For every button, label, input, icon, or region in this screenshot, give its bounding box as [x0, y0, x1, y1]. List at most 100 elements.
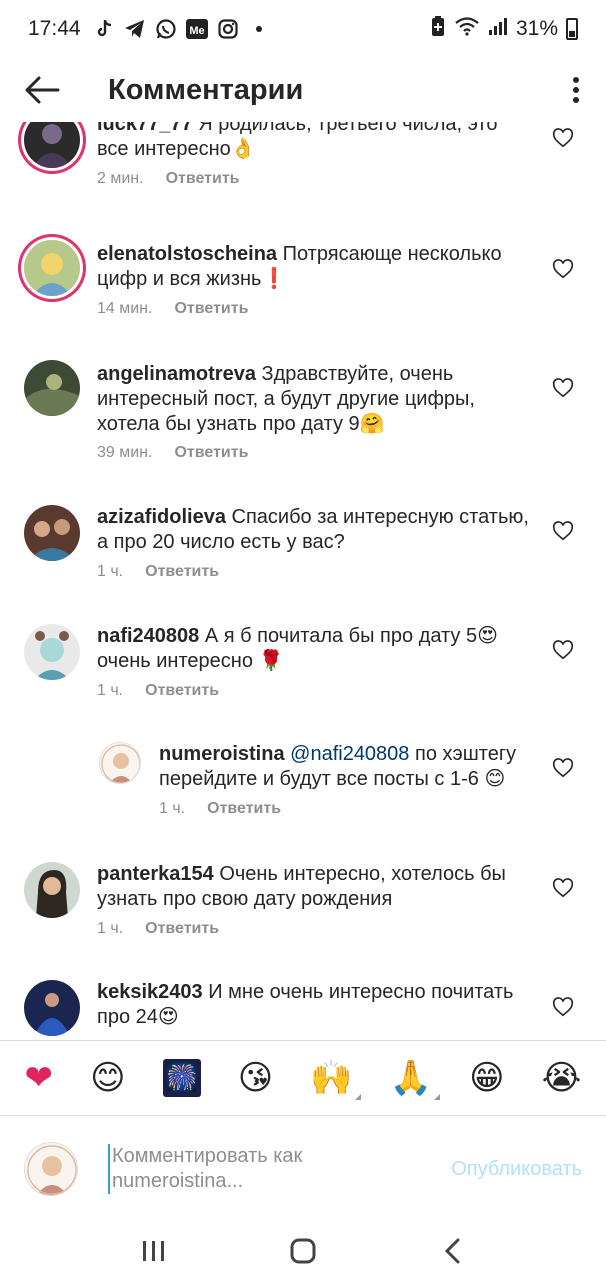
- emoji-kiss-button[interactable]: 😘: [238, 1058, 273, 1098]
- arrow-left-icon: [25, 76, 60, 104]
- comment-text: luck77_77 Я родилась, третьего числа, эт…: [97, 122, 527, 162]
- comment-time: 1 ч.: [97, 682, 124, 699]
- comment-text: elenatolstoscheina Потрясающе несколько …: [97, 242, 537, 292]
- avatar[interactable]: [24, 980, 80, 1036]
- whatsapp-icon: [155, 18, 177, 40]
- comment-item: nafi240808 А я б почитала бы про дату 5😍…: [0, 614, 606, 724]
- comment-compose: Комментировать как numeroistina... Опубл…: [0, 1116, 606, 1222]
- comments-list[interactable]: luck77_77 Я родилась, третьего числа, эт…: [0, 122, 606, 1040]
- avatar[interactable]: [24, 360, 80, 416]
- reply-button[interactable]: Ответить: [145, 563, 219, 581]
- me-icon: Me: [185, 18, 208, 40]
- current-user-avatar: [24, 1142, 78, 1196]
- battery-icon: [566, 18, 578, 40]
- comment-username[interactable]: nafi240808: [97, 625, 199, 647]
- like-heart-icon[interactable]: [552, 757, 574, 779]
- avatar[interactable]: [24, 240, 80, 296]
- more-options-button[interactable]: [546, 58, 606, 122]
- comment-item: keksik2403 И мне очень интересно почитат…: [0, 972, 606, 1040]
- like-heart-icon[interactable]: [552, 639, 574, 661]
- comment-text: nafi240808 А я б почитала бы про дату 5😍…: [97, 624, 537, 674]
- publish-button[interactable]: Опубликовать: [451, 1158, 582, 1181]
- comment-meta: 14 мин. Ответить: [97, 300, 248, 318]
- comment-item: azizafidolieva Спасибо за интересную ста…: [0, 495, 606, 605]
- recents-icon: [143, 1241, 165, 1261]
- emoji-raised-hands-button[interactable]: 🙌: [310, 1058, 362, 1100]
- comment-meta: 39 мин. Ответить: [97, 444, 248, 462]
- comment-text: panterka154 Очень интересно, хотелось бы…: [97, 862, 537, 912]
- chevron-left-icon: [444, 1238, 460, 1264]
- like-heart-icon[interactable]: [552, 258, 574, 280]
- comment-meta: 1 ч. Ответить: [97, 682, 219, 700]
- comment-username[interactable]: azizafidolieva: [97, 506, 226, 528]
- comment-meta: 1 ч. Ответить: [159, 800, 281, 818]
- mention-link[interactable]: @nafi240808: [290, 743, 409, 765]
- comment-item: panterka154 Очень интересно, хотелось бы…: [0, 852, 606, 962]
- comment-username[interactable]: keksik2403: [97, 981, 203, 1003]
- recents-button[interactable]: [124, 1231, 184, 1271]
- more-vertical-icon: [573, 77, 579, 103]
- reply-button[interactable]: Ответить: [174, 444, 248, 462]
- emoji-cry-button[interactable]: 😭: [542, 1058, 582, 1098]
- comment-meta: 2 мин. Ответить: [97, 170, 240, 188]
- emoji-heart-button[interactable]: ❤: [25, 1058, 54, 1098]
- comment-time: 2 мин.: [97, 170, 144, 187]
- comment-text: numeroistina @nafi240808 по хэштегу пере…: [159, 742, 539, 792]
- reply-button[interactable]: Ответить: [145, 920, 219, 938]
- battery-saver-icon: [430, 15, 446, 43]
- instagram-icon: [217, 18, 239, 40]
- like-heart-icon[interactable]: [552, 996, 574, 1018]
- page-title: Комментарии: [108, 73, 304, 106]
- telegram-icon: [124, 18, 146, 40]
- reply-button[interactable]: Ответить: [166, 170, 240, 188]
- emoji-fireworks-button[interactable]: 🎆: [162, 1059, 201, 1097]
- comment-item: angelinamotreva Здравствуйте, очень инте…: [0, 352, 606, 482]
- reply-button[interactable]: Ответить: [145, 682, 219, 700]
- emoji-smile-button[interactable]: 😊: [90, 1058, 125, 1098]
- comment-text: keksik2403 И мне очень интересно почитат…: [97, 980, 537, 1030]
- comment-time: 1 ч.: [159, 800, 186, 817]
- like-heart-icon[interactable]: [552, 377, 574, 399]
- comment-time: 39 мин.: [97, 444, 153, 461]
- system-nav-bar: [0, 1222, 606, 1280]
- comment-input-placeholder-line1: Комментировать как: [112, 1145, 303, 1167]
- status-bar: 17:44 Me 31%: [0, 0, 606, 58]
- comment-username[interactable]: panterka154: [97, 863, 214, 885]
- comment-username[interactable]: numeroistina: [159, 743, 285, 765]
- home-button[interactable]: [273, 1231, 333, 1271]
- avatar[interactable]: [24, 122, 80, 168]
- comment-username[interactable]: luck77_77: [97, 122, 193, 135]
- avatar[interactable]: [24, 624, 80, 680]
- like-heart-icon[interactable]: [552, 877, 574, 899]
- comment-text: angelinamotreva Здравствуйте, очень инте…: [97, 362, 537, 437]
- back-nav-button[interactable]: [422, 1231, 482, 1271]
- tiktok-icon: [93, 18, 115, 40]
- comment-text: azizafidolieva Спасибо за интересную ста…: [97, 505, 537, 555]
- comment-username[interactable]: elenatolstoscheina: [97, 243, 277, 265]
- emoji-grin-button[interactable]: 😁: [469, 1058, 504, 1098]
- like-heart-icon[interactable]: [552, 520, 574, 542]
- comment-input[interactable]: Комментировать как numeroistina...: [108, 1144, 438, 1194]
- reply-comment-item: numeroistina @nafi240808 по хэштегу пере…: [0, 732, 606, 842]
- signal-icon: [488, 16, 508, 42]
- like-heart-icon[interactable]: [552, 127, 574, 149]
- comment-username[interactable]: angelinamotreva: [97, 363, 256, 385]
- comment-item: elenatolstoscheina Потрясающе несколько …: [0, 232, 606, 332]
- avatar[interactable]: [24, 862, 80, 918]
- wifi-icon: [454, 16, 480, 42]
- back-button[interactable]: [2, 58, 82, 122]
- reply-button[interactable]: Ответить: [174, 300, 248, 318]
- comment-time: 14 мин.: [97, 300, 153, 317]
- avatar[interactable]: [99, 742, 141, 784]
- home-icon: [290, 1238, 316, 1264]
- avatar[interactable]: [24, 505, 80, 561]
- reply-button[interactable]: Ответить: [207, 800, 281, 818]
- comment-meta: 1 ч. Ответить: [97, 563, 219, 581]
- dot-icon: [248, 18, 270, 40]
- emoji-pray-button[interactable]: 🙏: [390, 1058, 441, 1100]
- comment-time: 1 ч.: [97, 563, 124, 580]
- comment-meta: 1 ч. Ответить: [97, 920, 219, 938]
- notification-icons: Me: [93, 18, 270, 40]
- status-right: 31%: [430, 15, 578, 43]
- header: Комментарии: [0, 58, 606, 122]
